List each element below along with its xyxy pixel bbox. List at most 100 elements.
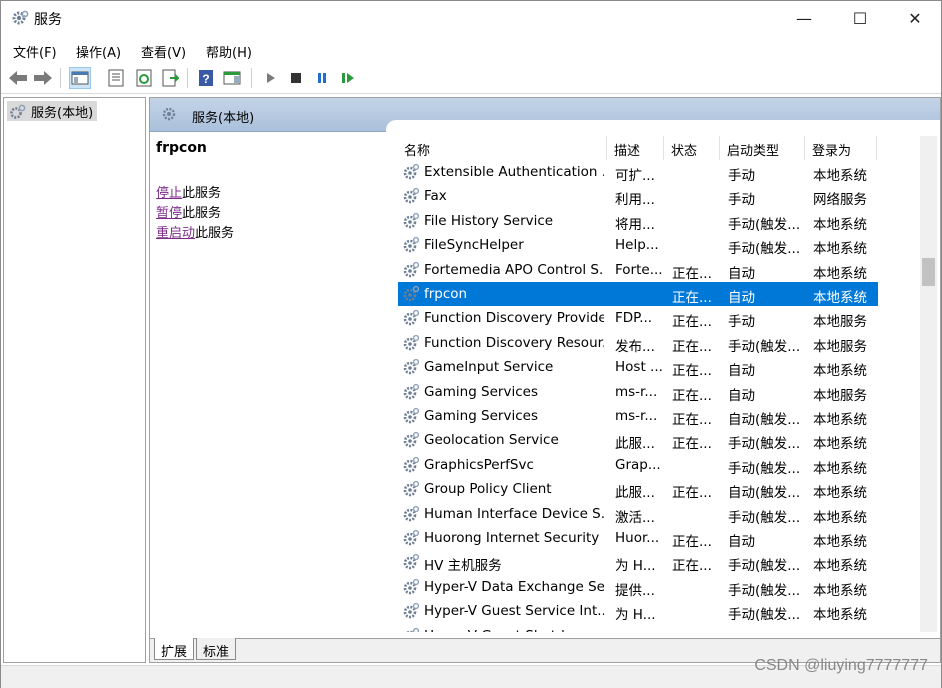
service-gear-icon xyxy=(402,358,420,376)
watermark: CSDN @liuying7777777 xyxy=(754,657,928,674)
service-row[interactable]: Function Discovery Resour... 发布... 正在... 手动… xyxy=(398,331,878,355)
minimize-button[interactable]: — xyxy=(781,1,827,35)
maximize-button[interactable]: ☐ xyxy=(837,1,883,35)
service-gear-icon xyxy=(402,529,420,547)
show-hide-action-pane-icon[interactable] xyxy=(221,67,243,89)
action-pause-suffix: 此服务 xyxy=(182,206,222,221)
service-row[interactable]: Fortemedia APO Control S... Forte... 正在...… xyxy=(398,258,878,282)
service-startup-type: 手动(触发... xyxy=(728,509,801,526)
service-gear-icon xyxy=(402,505,420,523)
service-gear-icon xyxy=(402,334,420,352)
service-row[interactable]: Hyper-V Guest Service Int... 为 H... 手动(触发.… xyxy=(398,599,878,623)
column-header-startup-type[interactable]: 启动类型 xyxy=(727,140,779,159)
service-description: ms-r... xyxy=(615,408,658,424)
search-gear-icon xyxy=(162,107,176,121)
maximize-icon: ☐ xyxy=(852,8,868,28)
service-row[interactable]: GameInput Service Host ... 正在... 自动 本地系统 xyxy=(398,355,878,379)
scrollbar-thumb[interactable] xyxy=(922,258,935,286)
close-button[interactable]: ✕ xyxy=(892,1,938,35)
service-log-on-as: 本地系统 xyxy=(813,558,867,575)
column-divider[interactable] xyxy=(719,136,720,160)
service-row[interactable]: Extensible Authentication ... 可扩... 手动 本地系统 xyxy=(398,160,878,184)
column-header-description[interactable]: 描述 xyxy=(614,140,640,159)
help-icon[interactable]: ? xyxy=(195,67,217,89)
column-header-log-on-as[interactable]: 登录为 xyxy=(812,140,851,159)
service-gear-icon xyxy=(402,163,420,181)
column-divider[interactable] xyxy=(804,136,805,160)
service-log-on-as: 本地系统 xyxy=(813,607,867,624)
service-description: Host ... xyxy=(615,359,663,376)
column-divider[interactable] xyxy=(876,136,877,160)
service-status: 正在... xyxy=(672,314,712,331)
service-startup-type: 自动(触发... xyxy=(728,412,801,428)
properties-icon[interactable] xyxy=(105,67,127,89)
service-row[interactable]: Gaming Services ms-r... 正在... 自动(触发... 本地系统 xyxy=(398,404,878,428)
menu-view[interactable]: 查看(V) xyxy=(141,42,186,61)
service-status: 正在... xyxy=(672,265,712,282)
menu-help[interactable]: 帮助(H) xyxy=(206,42,252,61)
service-name: Extensible Authentication ... xyxy=(424,164,604,180)
column-header-status[interactable]: 状态 xyxy=(671,140,697,159)
service-row[interactable]: Fax 利用... 手动 网络服务 xyxy=(398,184,878,208)
service-gear-icon xyxy=(402,602,420,620)
service-name: HV 主机服务 xyxy=(424,558,502,575)
service-log-on-as: 本地系统 xyxy=(813,216,867,233)
service-startup-type: 手动(触发... xyxy=(728,628,808,633)
service-status: 正在... xyxy=(672,290,712,306)
pause-service-icon[interactable] xyxy=(311,67,333,89)
service-name: Human Interface Device S... xyxy=(424,505,604,522)
service-row[interactable]: Geolocation Service 此服... 正在... 手动(触发... 本地系… xyxy=(398,428,878,452)
tab-extended[interactable]: 扩展 xyxy=(154,638,195,660)
column-divider[interactable] xyxy=(606,136,607,160)
forward-arrow-icon[interactable] xyxy=(32,67,54,89)
stop-service-icon[interactable] xyxy=(285,67,307,89)
service-row[interactable]: File History Service 将用... 手动(触发... 本地系统 xyxy=(398,209,878,233)
service-row[interactable]: Group Policy Client 此服... 正在... 自动(触发... 本地系… xyxy=(398,477,878,501)
column-divider[interactable] xyxy=(663,136,664,160)
service-row[interactable]: Function Discovery Provide... FDP... 正在...… xyxy=(398,306,878,330)
service-status: 正在... xyxy=(672,534,712,550)
service-row[interactable]: Hyper-V Data Exchange Se... 提供... 手动(触发...… xyxy=(398,575,878,599)
service-name: Huorong Internet Security ... xyxy=(424,530,604,546)
tab-standard[interactable]: 标准 xyxy=(196,638,237,660)
service-row[interactable]: Human Interface Device S... 激活... 手动(触发...… xyxy=(398,502,878,526)
service-description: 激活... xyxy=(615,509,655,526)
menu-file[interactable]: 文件(F) xyxy=(13,42,57,61)
service-row[interactable]: Gaming Services ms-r... 正在... 自动 本地服务 xyxy=(398,380,878,404)
service-startup-type: 自动 xyxy=(728,265,755,282)
menu-action[interactable]: 操作(A) xyxy=(76,42,121,61)
service-startup-type: 手动(触发... xyxy=(728,460,801,477)
services-pane: 服务(本地) frpcon 停止此服务 暂停此服务 重启动此服务 ^ 名称 描述 xyxy=(149,97,941,663)
service-log-on-as: 本地系统 xyxy=(813,290,867,306)
vertical-scrollbar[interactable] xyxy=(920,136,937,632)
service-startup-type: 自动 xyxy=(728,534,755,550)
toolbar: ? xyxy=(1,63,941,94)
show-hide-console-tree-icon[interactable] xyxy=(69,67,91,89)
service-row[interactable]: Huorong Internet Security ... Huor... 正在..… xyxy=(398,526,878,550)
column-header-name[interactable]: 名称 xyxy=(404,140,430,159)
restart-link[interactable]: 重启动 xyxy=(156,226,195,241)
tree-item-services-local[interactable]: 服务(本地) xyxy=(7,101,98,121)
window-title: 服务 xyxy=(34,12,62,28)
service-log-on-as: 本地系统 xyxy=(813,460,867,477)
restart-service-icon[interactable] xyxy=(337,67,359,89)
start-service-icon[interactable] xyxy=(259,67,281,89)
export-list-icon[interactable] xyxy=(159,67,181,89)
service-status: 正在... xyxy=(672,558,712,575)
action-stop-suffix: 此服务 xyxy=(182,186,222,201)
service-row[interactable]: GraphicsPerfSvc Grap... 手动(触发... 本地系统 xyxy=(398,453,878,477)
service-row[interactable]: HV 主机服务 为 H... 正在... 手动(触发... 本地系统 xyxy=(398,550,878,574)
pause-link[interactable]: 暂停 xyxy=(156,206,182,221)
service-log-on-as: 本地系统 xyxy=(813,241,867,258)
service-description: 发布... xyxy=(615,338,655,355)
list-header: ^ 名称 描述 状态 启动类型 登录为 xyxy=(398,136,926,160)
service-startup-type: 自动 xyxy=(728,363,755,380)
stop-link[interactable]: 停止 xyxy=(156,186,182,201)
service-row[interactable]: Hyper-V Guest Shutdown ... 提供... 手动(触发... 本… xyxy=(398,624,878,632)
refresh-icon[interactable] xyxy=(133,67,155,89)
service-row[interactable]: frpcon 正在... 自动 本地系统 xyxy=(398,282,878,306)
svg-text:?: ? xyxy=(202,72,209,86)
service-row[interactable]: FileSyncHelper Help... 手动(触发... 本地系统 xyxy=(398,233,878,257)
service-description: Huor... xyxy=(615,530,660,546)
back-arrow-icon[interactable] xyxy=(7,67,29,89)
